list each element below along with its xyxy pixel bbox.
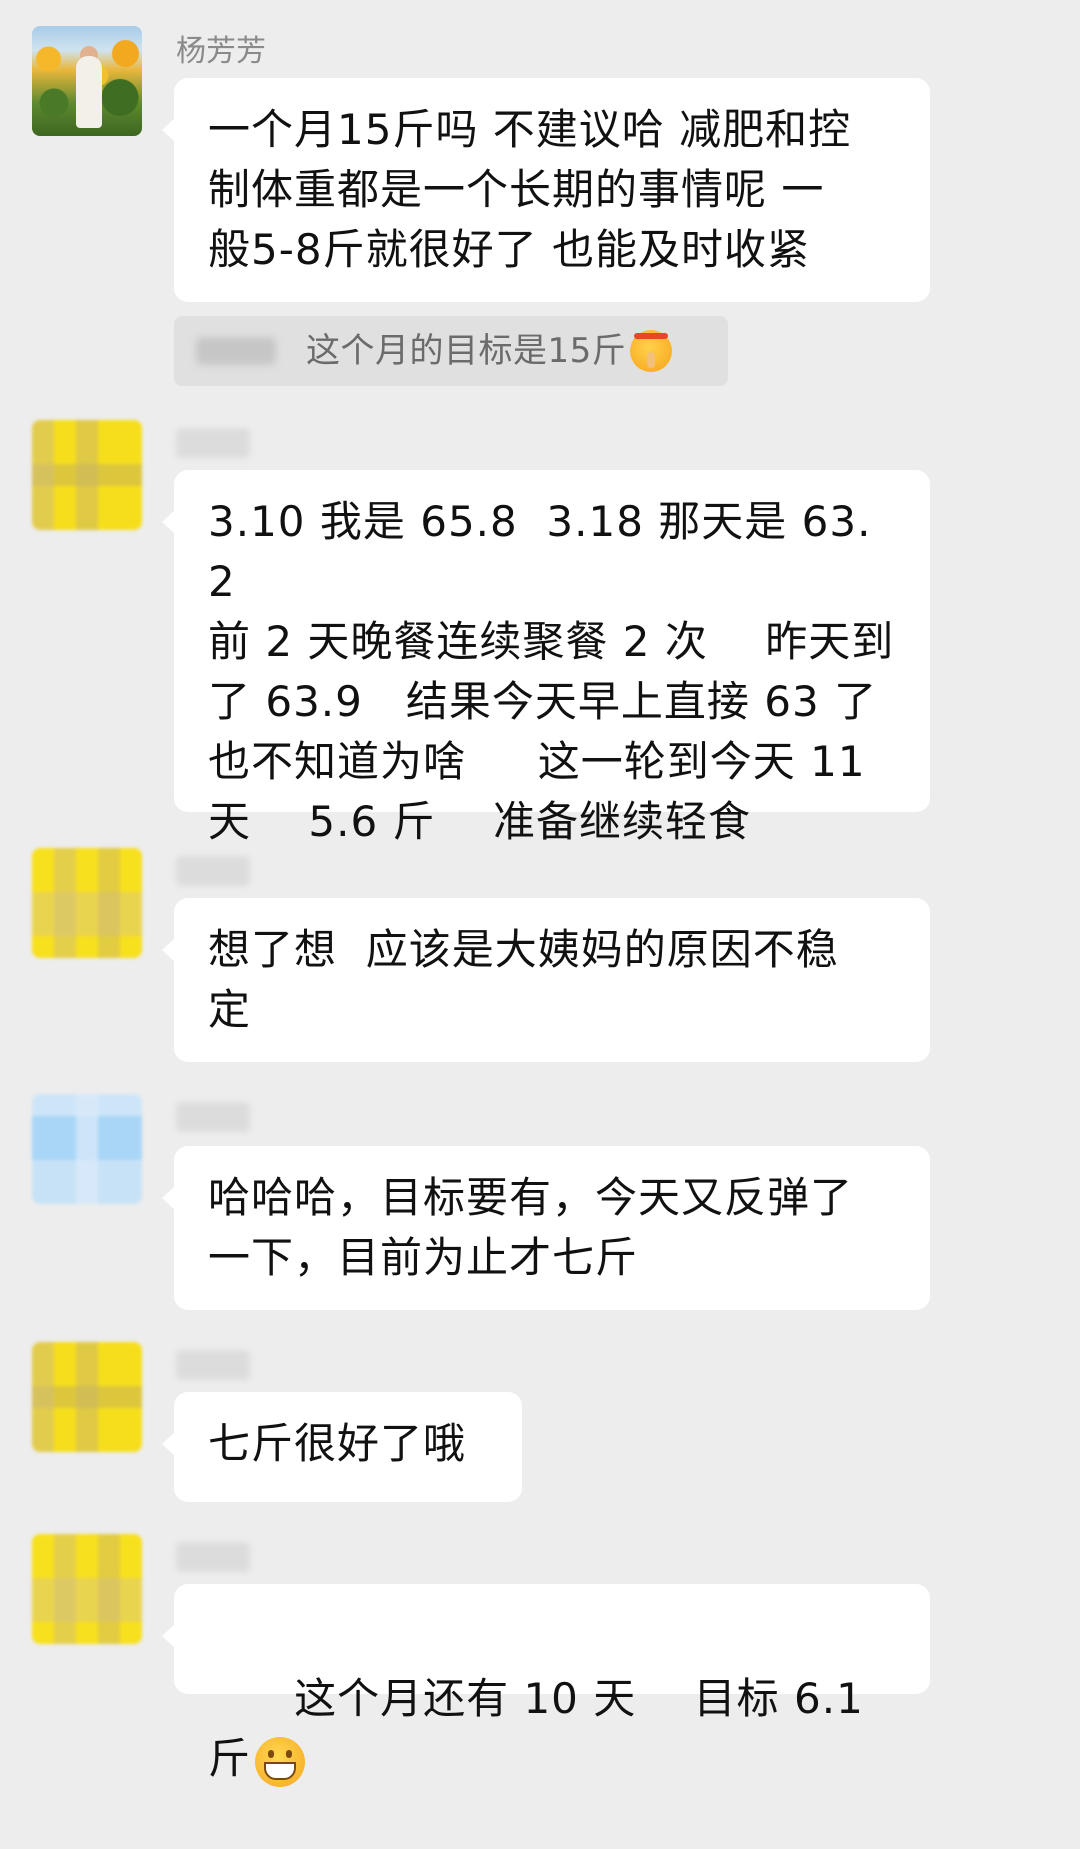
avatar[interactable] [32, 848, 142, 958]
avatar[interactable] [32, 1534, 142, 1644]
shushing-face-icon [630, 330, 673, 372]
message-bubble[interactable]: 想了想 应该是大姨妈的原因不稳 定 [162, 898, 930, 1062]
message-bubble[interactable]: 3.10 我是 65.8 3.18 那天是 63.2 前 2 天晚餐连续聚餐 2… [162, 470, 930, 846]
avatar[interactable] [32, 1342, 142, 1452]
quoted-text: 这个月的目标是15斤 [306, 331, 627, 371]
avatar[interactable] [32, 26, 142, 136]
sender-name [176, 1542, 250, 1572]
sender-name: 杨芳芳 [176, 34, 266, 69]
message-bubble[interactable]: 哈哈哈，目标要有，今天又反弹了 一下，目前为止才七斤 [162, 1146, 930, 1310]
quoted-sender-name [196, 337, 276, 365]
sender-name [176, 1102, 250, 1132]
message-bubble[interactable]: 七斤很好了哦 [162, 1392, 522, 1502]
message-text: 这个月还有 10 天 目标 6.1 斤 [208, 1674, 879, 1783]
grinning-face-icon [255, 1736, 306, 1787]
avatar[interactable] [32, 420, 142, 530]
chat-message-list[interactable]: 杨芳芳 一个月15斤吗 不建议哈 减肥和控 制体重都是一个长期的事情呢 一 般5… [0, 0, 1080, 1787]
quoted-message[interactable]: 这个月的目标是15斤 [174, 316, 728, 386]
avatar[interactable] [32, 1094, 142, 1204]
message-bubble[interactable]: 这个月还有 10 天 目标 6.1 斤 [162, 1584, 930, 1787]
sender-name [176, 856, 250, 886]
sender-name [176, 1350, 250, 1380]
message-bubble[interactable]: 一个月15斤吗 不建议哈 减肥和控 制体重都是一个长期的事情呢 一 般5-8斤就… [162, 78, 930, 302]
avatar-person [76, 56, 102, 128]
sender-name [176, 428, 250, 458]
